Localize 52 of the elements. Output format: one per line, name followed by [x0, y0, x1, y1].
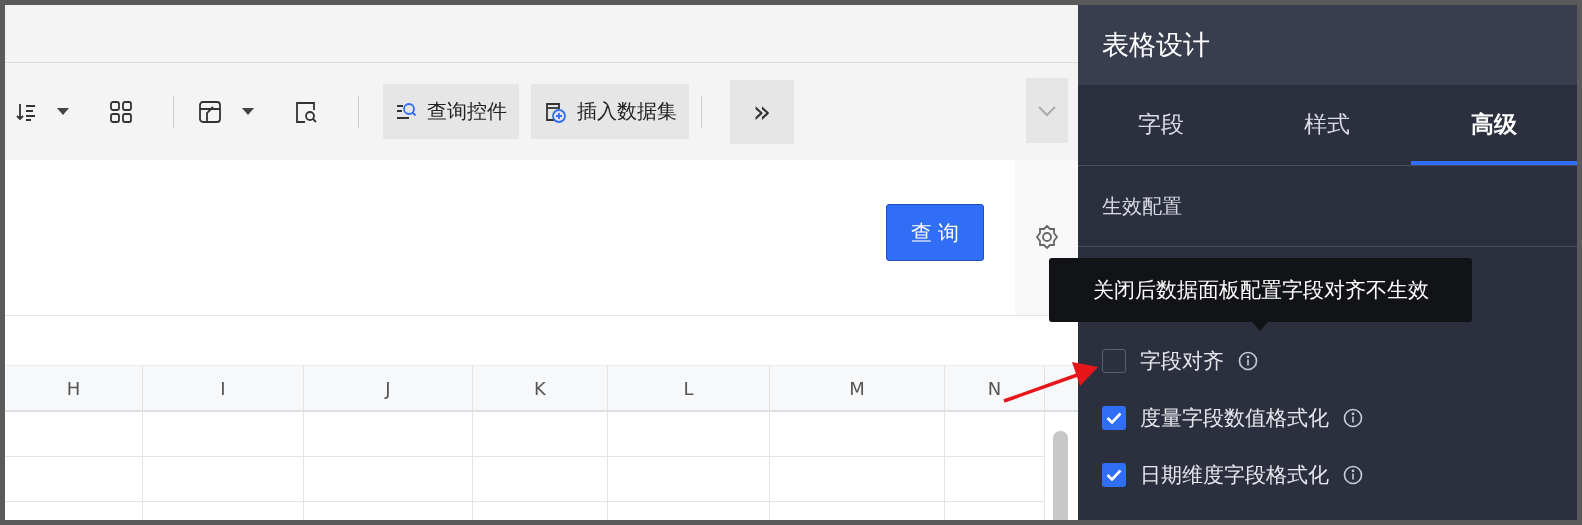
more-button[interactable]: » [730, 79, 794, 144]
tooltip: 关闭后数据面板配置字段对齐不生效 [1049, 258, 1472, 322]
table-cell[interactable] [143, 457, 304, 502]
panel-title: 表格设计 [1102, 28, 1210, 62]
column-header: M [770, 365, 945, 412]
check-icon [1106, 469, 1122, 481]
table-cell[interactable] [473, 457, 608, 502]
table-cell[interactable] [770, 412, 945, 457]
section-title: 生效配置 [1102, 192, 1182, 220]
table-cell[interactable] [143, 412, 304, 457]
checkbox[interactable] [1102, 406, 1126, 430]
column-header: L [608, 365, 770, 412]
table-cell[interactable] [473, 412, 608, 457]
table-cell[interactable] [5, 457, 143, 502]
caret-icon[interactable] [57, 108, 69, 115]
check-icon [1106, 412, 1122, 424]
checkbox[interactable] [1102, 349, 1126, 373]
toolbar-button[interactable]: 查询控件 [383, 84, 519, 139]
table-cell[interactable] [608, 457, 770, 502]
column-header: H [5, 365, 143, 412]
caret-icon[interactable] [242, 108, 254, 115]
table-cell[interactable] [304, 412, 473, 457]
column-header: N [945, 365, 1045, 412]
tooltip-pointer [1252, 322, 1268, 331]
option-label: 度量字段数值格式化 [1140, 405, 1329, 432]
column-header: I [143, 365, 304, 412]
table-cell[interactable] [945, 412, 1045, 457]
grid-icon[interactable] [109, 99, 133, 124]
table-cell[interactable] [304, 457, 473, 502]
chevron-down-icon [1037, 104, 1057, 117]
option-label: 字段对齐 [1140, 348, 1224, 375]
info-icon[interactable] [1343, 465, 1363, 485]
toolbar-button[interactable]: 插入数据集 [531, 84, 689, 139]
table-cell[interactable] [945, 457, 1045, 502]
option-label: 日期维度字段格式化 [1140, 462, 1329, 489]
column-header: J [304, 365, 473, 412]
table-cell[interactable] [608, 412, 770, 457]
info-icon[interactable] [1238, 351, 1258, 371]
settings-icon[interactable] [1033, 224, 1060, 250]
info-icon[interactable] [1343, 408, 1363, 428]
table-cell[interactable] [5, 412, 143, 457]
table-cell[interactable] [770, 457, 945, 502]
checkbox[interactable] [1102, 463, 1126, 487]
query-button[interactable]: 查 询 [886, 204, 984, 261]
column-header: K [473, 365, 608, 412]
dropdown-button[interactable] [1026, 78, 1068, 143]
tab[interactable]: 样式 [1244, 85, 1411, 165]
tab[interactable]: 高级 [1410, 85, 1577, 165]
preview-icon[interactable] [294, 99, 318, 124]
chart-icon[interactable] [198, 99, 222, 124]
tab[interactable]: 字段 [1078, 85, 1245, 165]
scrollbar[interactable] [1053, 431, 1068, 520]
